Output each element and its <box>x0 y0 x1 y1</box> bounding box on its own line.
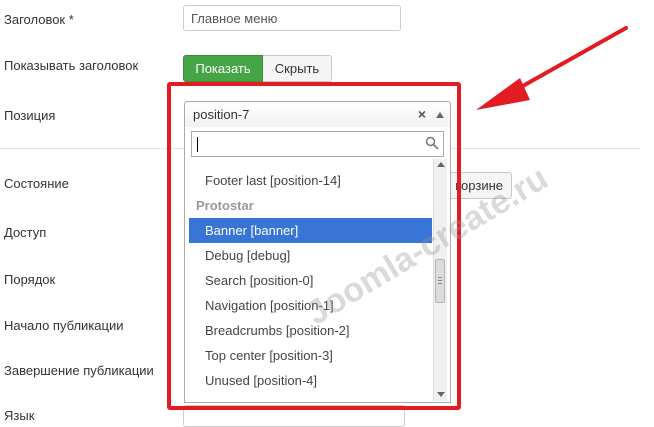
annotation-arrow-icon <box>476 26 628 110</box>
